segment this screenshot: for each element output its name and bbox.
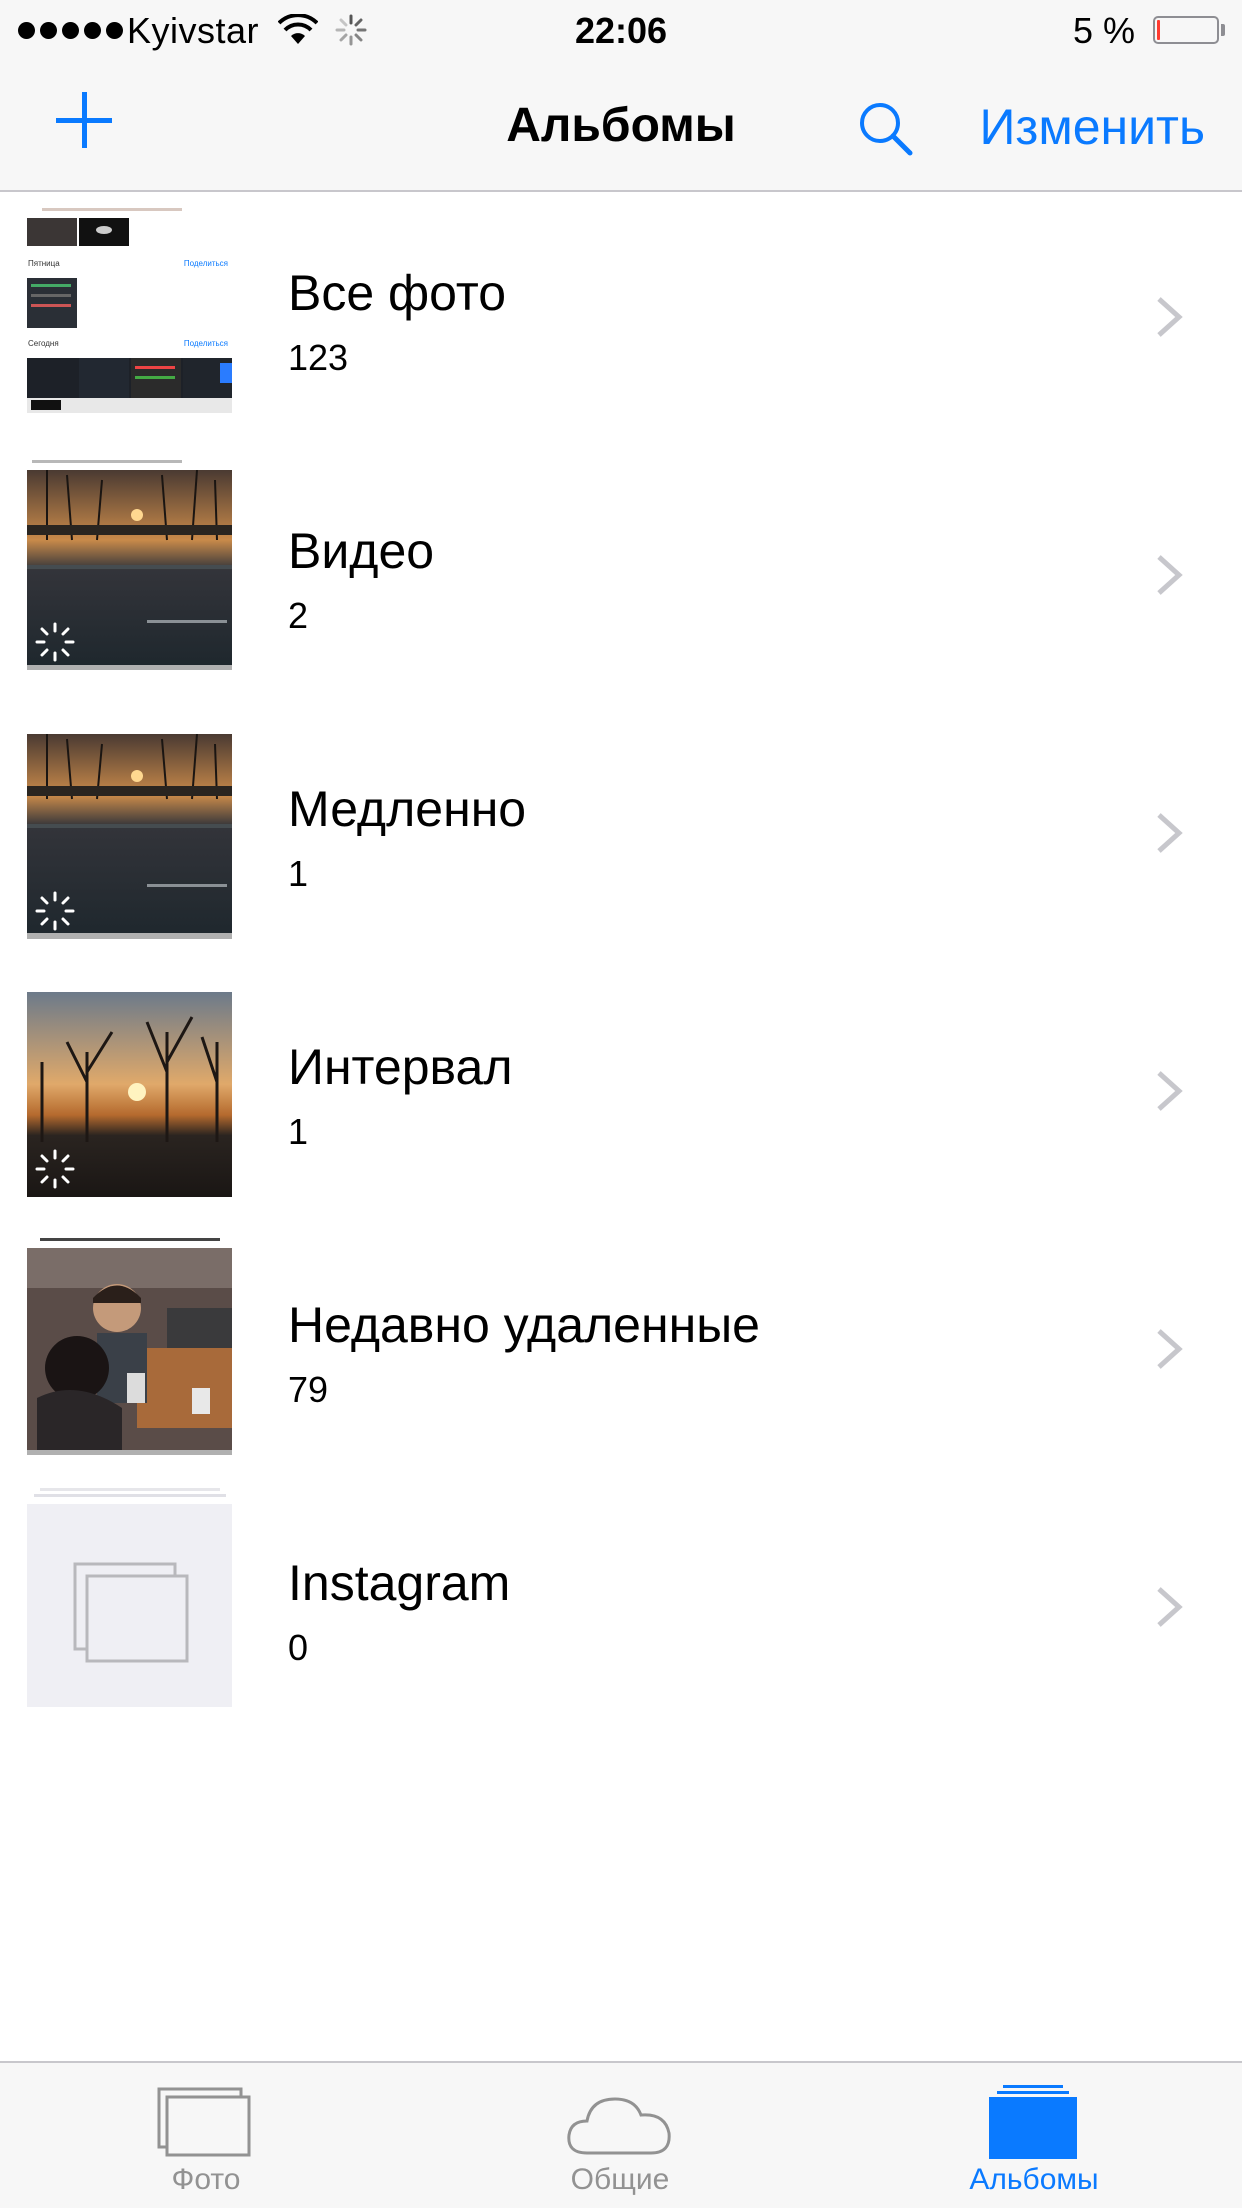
stack-edge	[40, 1488, 220, 1491]
album-count: 123	[288, 337, 349, 378]
stack-edge	[32, 460, 182, 463]
status-bar: Kyivstar 22:06 5 %	[0, 0, 1242, 60]
album-thumbnail	[27, 1504, 232, 1707]
thumb-share-label: Поделиться	[183, 259, 228, 268]
album-title: Instagram	[288, 1555, 511, 1611]
album-title: Недавно удаленные	[288, 1297, 760, 1353]
navigation-bar: Альбомы Изменить	[0, 60, 1242, 192]
album-thumbnail	[27, 734, 232, 939]
album-count: 1	[288, 853, 309, 894]
album-count: 0	[288, 1627, 309, 1668]
search-icon[interactable]	[855, 98, 915, 158]
chevron-right-icon	[1157, 1587, 1183, 1627]
album-thumbnail	[27, 1248, 232, 1455]
thumb-section-label: Пятница	[28, 259, 60, 268]
battery-level	[1157, 20, 1160, 40]
stack-edge	[34, 1494, 226, 1497]
people-photo	[27, 1248, 232, 1455]
battery-percentage: 5 %	[1073, 10, 1136, 51]
album-row-all-photos[interactable]: Пятница Поделиться Сегодня Поделиться Вс…	[0, 192, 1242, 450]
chevron-right-icon	[1157, 1071, 1183, 1111]
battery-tip	[1221, 24, 1225, 36]
album-count: 1	[288, 1111, 309, 1152]
album-count: 79	[288, 1369, 329, 1410]
tab-label: Общие	[570, 2163, 670, 2196]
chevron-right-icon	[1157, 1329, 1183, 1369]
tab-albums[interactable]: Альбомы	[884, 2063, 1184, 2210]
stack-edge	[40, 1238, 220, 1241]
thumb-section-label: Сегодня	[28, 339, 59, 348]
album-thumbnail: Пятница Поделиться Сегодня Поделиться	[27, 208, 232, 413]
tab-shared[interactable]: Общие	[470, 2063, 770, 2210]
tab-bar: Фото Общие Альбомы	[0, 2061, 1242, 2208]
album-count: 2	[288, 595, 309, 636]
album-title: Все фото	[288, 265, 507, 321]
album-row-time-lapse[interactable]: Интервал 1	[0, 966, 1242, 1224]
cloud-icon	[567, 2097, 671, 2155]
album-row-instagram[interactable]: Instagram 0	[0, 1482, 1242, 1740]
battery-icon	[1153, 16, 1219, 44]
chevron-right-icon	[1157, 813, 1183, 853]
loading-spinner-icon	[35, 622, 75, 662]
album-thumbnail	[27, 470, 232, 670]
clock: 22:06	[574, 10, 668, 51]
tab-label: Фото	[171, 2163, 241, 2196]
album-title: Видео	[288, 523, 435, 579]
chevron-right-icon	[1157, 297, 1183, 337]
album-title: Медленно	[288, 781, 527, 837]
album-row-recently-deleted[interactable]: Недавно удаленные 79	[0, 1224, 1242, 1482]
loading-spinner-icon	[35, 891, 75, 931]
album-title: Интервал	[288, 1039, 513, 1095]
thumb-share-label: Поделиться	[183, 339, 228, 348]
photos-icon	[157, 2087, 251, 2157]
tab-photos[interactable]: Фото	[56, 2063, 356, 2210]
album-row-slo-mo[interactable]: Медленно 1	[0, 708, 1242, 966]
album-thumbnail	[27, 992, 232, 1197]
tab-label: Альбомы	[969, 2163, 1099, 2196]
albums-icon	[989, 2085, 1077, 2159]
empty-album-placeholder-icon	[73, 1562, 189, 1663]
loading-spinner-icon	[35, 1149, 75, 1189]
screenshot-thumbnail-image	[27, 208, 232, 413]
chevron-right-icon	[1157, 555, 1183, 595]
album-row-videos[interactable]: Видео 2	[0, 450, 1242, 708]
edit-button[interactable]: Изменить	[979, 98, 1205, 156]
